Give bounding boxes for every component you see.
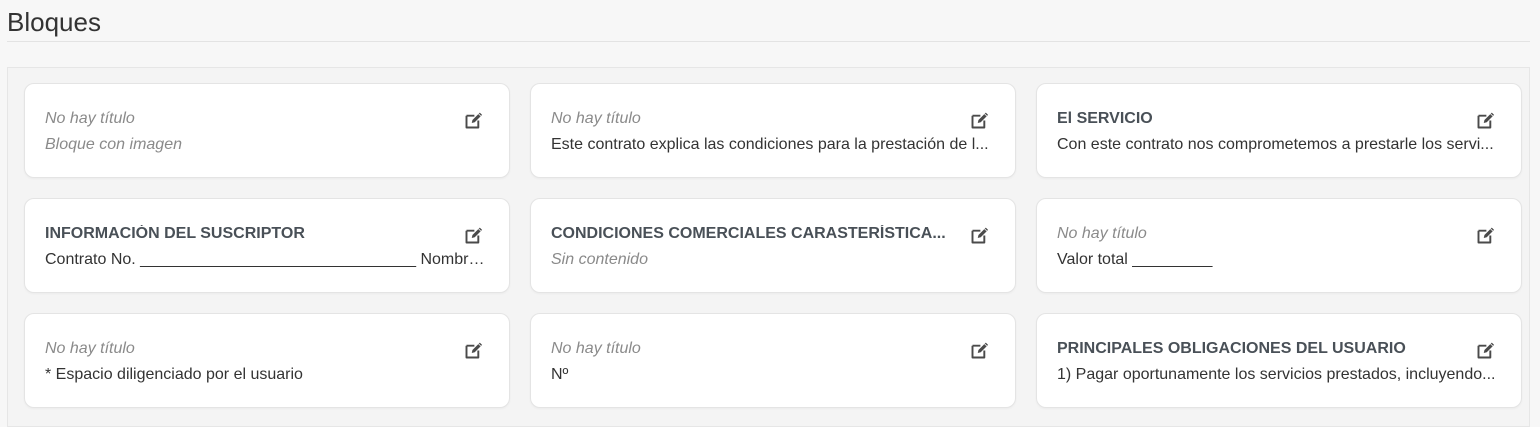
block-title: PRINCIPALES OBLIGACIONES DEL USUARIO	[1057, 340, 1406, 357]
block-card[interactable]: INFORMACIÓN DEL SUSCRIPTOR Contrato No. …	[24, 198, 510, 293]
block-title: INFORMACIÓN DEL SUSCRIPTOR	[45, 225, 305, 242]
blocks-grid: No hay título Bloque con imagen No hay t…	[24, 83, 1522, 408]
edit-block-button[interactable]	[462, 339, 484, 361]
block-content-preview: Bloque con imagen	[45, 136, 182, 153]
block-title: No hay título	[45, 110, 135, 127]
block-content-preview: Valor total _________	[1057, 251, 1213, 268]
block-content-preview: Con este contrato nos comprometemos a pr…	[1057, 136, 1494, 153]
edit-block-button[interactable]	[968, 109, 990, 131]
block-title: No hay título	[1057, 225, 1147, 242]
block-card[interactable]: CONDICIONES COMERCIALES CARASTERÍSTICA..…	[530, 198, 1016, 293]
block-card[interactable]: No hay título Este contrato explica las …	[530, 83, 1016, 178]
edit-icon	[971, 112, 988, 128]
page-header: Bloques	[7, 0, 1530, 42]
edit-icon	[1477, 342, 1494, 358]
page-title: Bloques	[7, 7, 101, 37]
edit-icon	[465, 227, 482, 243]
block-content-preview: Sin contenido	[551, 251, 648, 268]
edit-icon	[1477, 112, 1494, 128]
block-card[interactable]: No hay título Bloque con imagen	[24, 83, 510, 178]
blocks-panel: No hay título Bloque con imagen No hay t…	[7, 67, 1530, 427]
block-title: No hay título	[45, 340, 135, 357]
edit-icon	[971, 227, 988, 243]
edit-icon	[465, 342, 482, 358]
edit-block-button[interactable]	[462, 224, 484, 246]
edit-icon	[1477, 227, 1494, 243]
block-card[interactable]: No hay título Nº	[530, 313, 1016, 408]
edit-block-button[interactable]	[968, 339, 990, 361]
block-card[interactable]: PRINCIPALES OBLIGACIONES DEL USUARIO 1) …	[1036, 313, 1522, 408]
block-card[interactable]: El SERVICIO Con este contrato nos compro…	[1036, 83, 1522, 178]
edit-block-button[interactable]	[1474, 109, 1496, 131]
block-title: CONDICIONES COMERCIALES CARASTERÍSTICA..…	[551, 225, 946, 242]
edit-block-button[interactable]	[1474, 224, 1496, 246]
block-card[interactable]: No hay título * Espacio diligenciado por…	[24, 313, 510, 408]
block-content-preview: Este contrato explica las condiciones pa…	[551, 136, 989, 153]
block-title: El SERVICIO	[1057, 110, 1153, 127]
edit-icon	[465, 112, 482, 128]
edit-block-button[interactable]	[1474, 339, 1496, 361]
edit-block-button[interactable]	[968, 224, 990, 246]
block-content-preview: Contrato No. ___________________________…	[45, 251, 489, 268]
block-content-preview: Nº	[551, 366, 569, 383]
edit-icon	[971, 342, 988, 358]
block-content-preview: * Espacio diligenciado por el usuario	[45, 366, 303, 383]
edit-block-button[interactable]	[462, 109, 484, 131]
block-content-preview: 1) Pagar oportunamente los servicios pre…	[1057, 366, 1496, 383]
block-card[interactable]: No hay título Valor total _________	[1036, 198, 1522, 293]
block-title: No hay título	[551, 110, 641, 127]
block-title: No hay título	[551, 340, 641, 357]
